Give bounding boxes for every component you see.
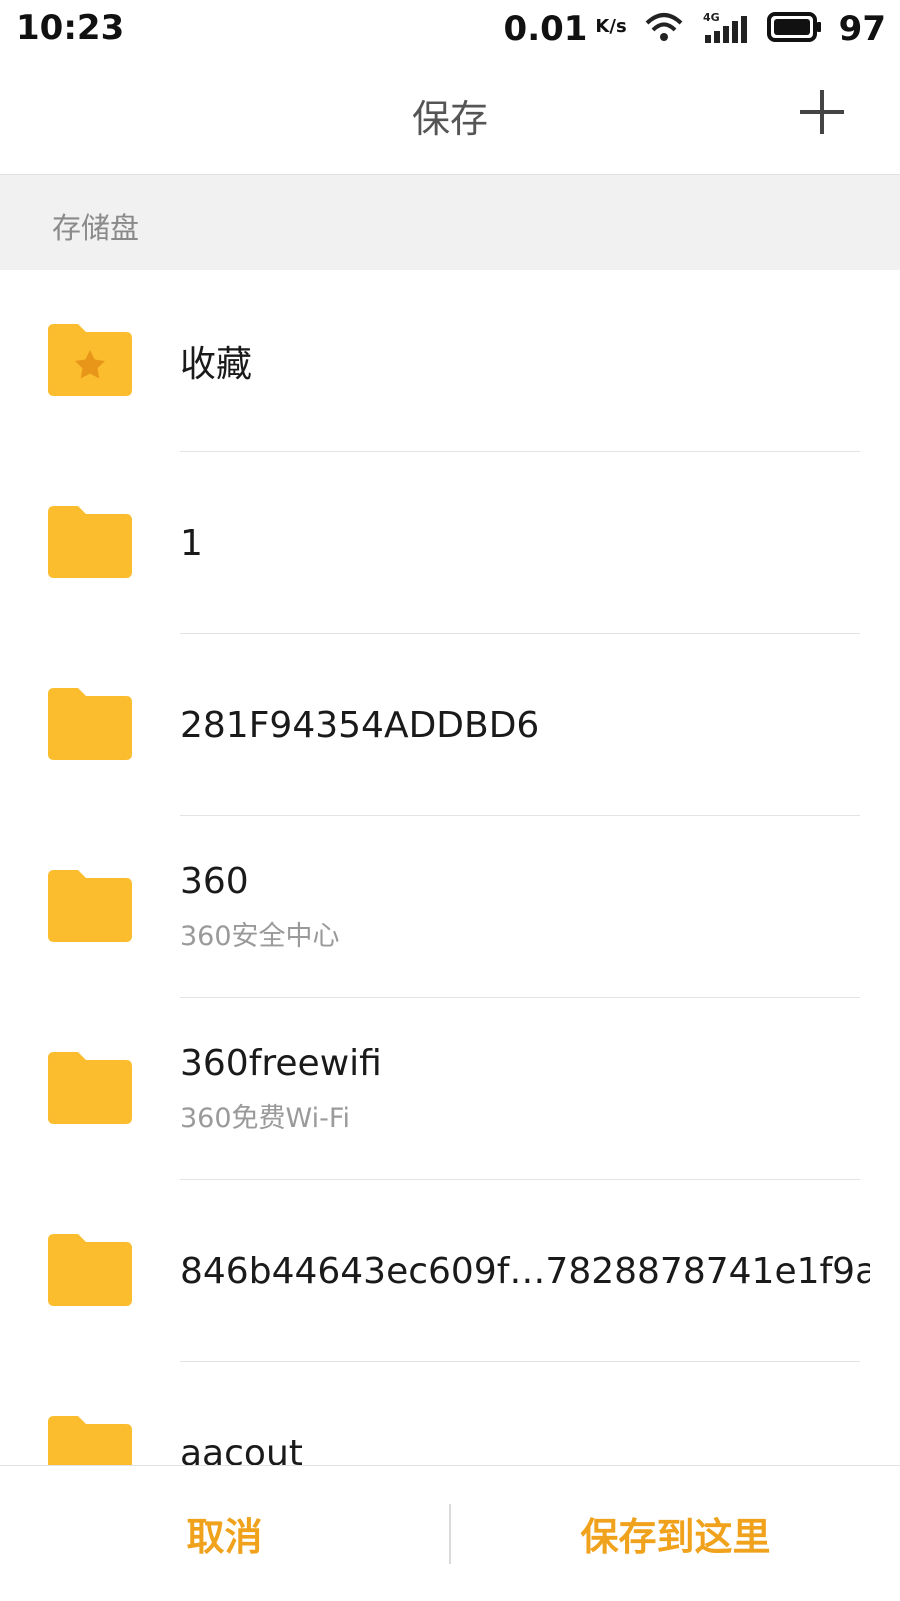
folder-name: 846b44643ec609f…7828878741e1f9a [180,1250,870,1292]
bottom-action-bar: 取消 保存到这里 [0,1465,900,1601]
cancel-button[interactable]: 取消 [0,1466,449,1601]
folder-row-favorites[interactable]: 收藏 [0,270,900,452]
folder-icon [48,1234,132,1306]
plus-icon [800,90,844,134]
title-bar: 保存 [0,58,900,175]
folder-icon [48,1416,132,1465]
signal-type-label: 4G [703,11,720,24]
cellular-signal-icon: 4G [701,9,751,49]
star-folder-icon [48,324,132,396]
folder-row-281f94354addbd6[interactable]: 281F94354ADDBD6 [0,634,900,816]
folder-name: 360 [180,861,249,902]
add-folder-button[interactable] [796,86,848,138]
folder-text: 360 360安全中心 [180,816,870,998]
folder-text: 360freewifi 360免费Wi-Fi [180,998,870,1180]
folder-icon [48,870,132,942]
battery-icon [766,11,823,47]
folder-icon [48,506,132,578]
folder-icon [48,1052,132,1124]
folder-text: 281F94354ADDBD6 [180,634,870,816]
folder-row-360[interactable]: 360 360安全中心 [0,816,900,998]
folder-name: 1 [180,522,203,564]
network-speed: 0.01 K/s [504,9,627,49]
folder-name: 360freewifi [180,1043,382,1084]
folder-text: 1 [180,452,870,634]
network-speed-value: 0.01 [503,9,588,49]
folder-row-360freewifi[interactable]: 360freewifi 360免费Wi-Fi [0,998,900,1180]
folder-row-aacout[interactable]: aacout [0,1362,900,1465]
folder-icon [48,688,132,760]
folder-text: 846b44643ec609f…7828878741e1f9a [180,1180,870,1362]
status-right-group: 0.01 K/s 4G 97 [504,6,886,52]
folder-row-846b44643ec609f[interactable]: 846b44643ec609f…7828878741e1f9a [0,1180,900,1362]
status-time: 10:23 [16,8,125,48]
folder-name: 收藏 [180,344,253,385]
section-label: 存储盘 [52,211,140,245]
folder-name: 281F94354ADDBD6 [180,704,540,746]
folder-name: aacout [180,1432,303,1466]
folder-subtitle: 360安全中心 [180,921,340,952]
folder-subtitle: 360免费Wi-Fi [180,1103,350,1134]
folder-text: aacout [180,1362,870,1466]
folder-row-1[interactable]: 1 [0,452,900,634]
wifi-icon [643,9,685,49]
save-here-button[interactable]: 保存到这里 [451,1466,900,1601]
network-speed-unit: K/s [595,16,627,37]
section-header: 存储盘 [0,175,900,270]
folder-list[interactable]: 收藏 1 281F94354ADDBD6 360 360安全中心 360free… [0,270,900,1465]
battery-percent: 97 [838,9,886,49]
folder-text: 收藏 [180,270,870,452]
status-bar: 10:23 0.01 K/s 4G 97 [0,0,900,58]
page-title: 保存 [411,97,488,141]
